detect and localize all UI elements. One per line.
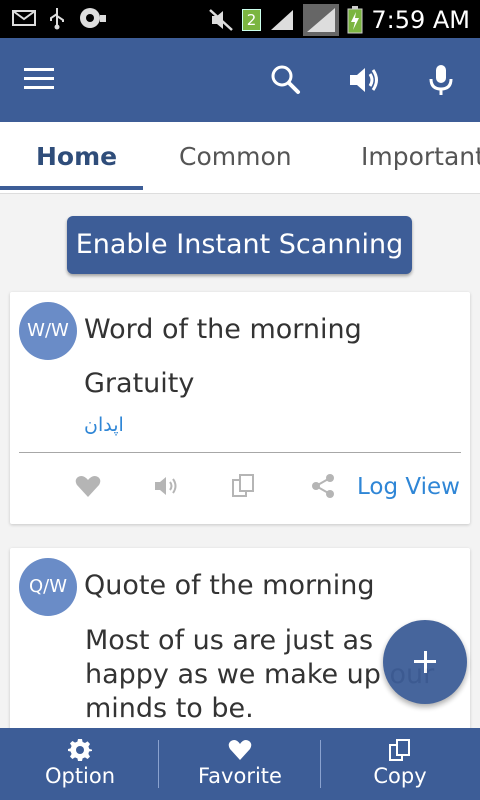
bottom-bar: Option Favorite Copy: [0, 728, 480, 800]
bottom-separator: [158, 740, 159, 788]
sim-badge: 2: [241, 9, 262, 31]
tab-bar: Home Common Important: [0, 122, 480, 194]
tab-home[interactable]: Home: [36, 142, 117, 171]
heart-icon[interactable]: [74, 472, 102, 500]
card-divider: [19, 452, 461, 453]
tab-important[interactable]: Important: [361, 142, 480, 171]
copy-label: Copy: [373, 764, 427, 788]
gear-icon: [68, 739, 92, 761]
status-left-icons: [12, 6, 106, 30]
card-actions: Log View: [10, 472, 470, 504]
copy-icon: [389, 739, 410, 761]
favorite-button[interactable]: Favorite: [160, 728, 320, 800]
add-fab-button[interactable]: [383, 620, 467, 704]
signal-icon: [271, 10, 294, 30]
mute-icon: [208, 9, 233, 31]
speaker-icon[interactable]: [152, 472, 180, 500]
heart-icon: [228, 740, 252, 760]
quote-badge: Q/W: [19, 558, 77, 616]
mail-icon: [12, 10, 36, 26]
signal-icon-2: [303, 4, 340, 36]
word-badge: W/W: [19, 302, 77, 360]
microphone-icon[interactable]: [423, 62, 459, 98]
copy-icon[interactable]: [230, 472, 258, 500]
option-label: Option: [44, 764, 116, 788]
share-icon[interactable]: [309, 472, 337, 500]
card-title: Quote of the morning: [84, 570, 375, 601]
word-text: Gratuity: [84, 368, 195, 399]
status-bar: 2 7:59 AM: [0, 0, 480, 38]
search-icon[interactable]: [268, 62, 304, 98]
tab-common[interactable]: Common: [179, 142, 292, 171]
usb-icon: [50, 8, 64, 30]
enable-instant-scanning-button[interactable]: Enable Instant Scanning: [67, 216, 412, 274]
status-right-icons: 2 7:59 AM: [208, 4, 470, 36]
speaker-icon[interactable]: [346, 62, 382, 98]
status-time: 7:59 AM: [371, 6, 470, 34]
word-translation: اپدان: [84, 414, 124, 436]
menu-icon[interactable]: [24, 68, 54, 92]
copy-button[interactable]: Copy: [320, 728, 480, 800]
word-of-the-morning-card: W/W Word of the morning Gratuity اپدان L…: [10, 292, 470, 524]
voicemail-icon: [80, 8, 106, 28]
card-title: Word of the morning: [84, 314, 362, 345]
log-view-link[interactable]: Log View: [357, 474, 460, 500]
option-button[interactable]: Option: [0, 728, 160, 800]
favorite-label: Favorite: [198, 764, 282, 788]
tab-indicator: [0, 186, 143, 190]
app-bar: [0, 38, 480, 122]
battery-charging-icon: [347, 6, 363, 34]
